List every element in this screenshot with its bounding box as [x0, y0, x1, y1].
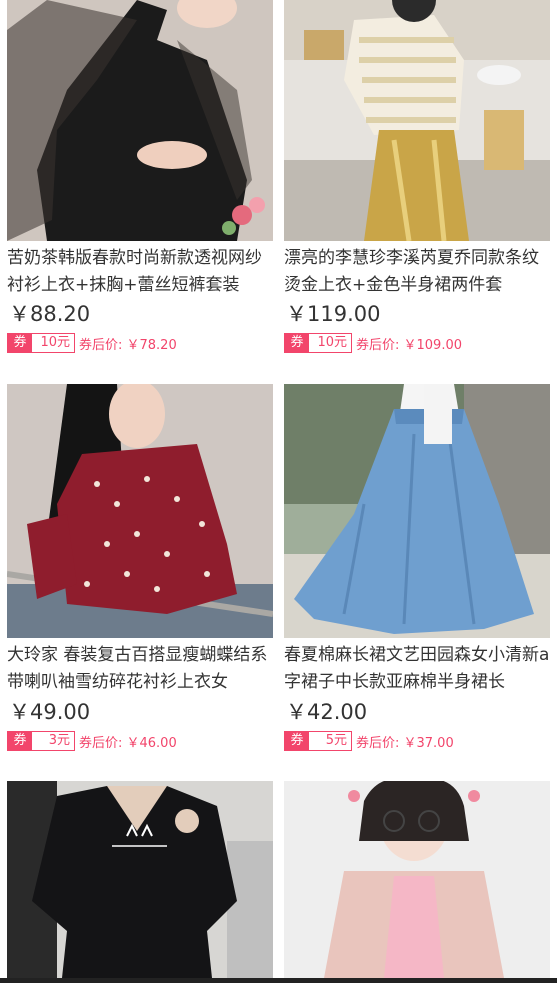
coupon-row: 券 10元 券后价: ￥109.00 [284, 333, 462, 353]
coupon-badge[interactable]: 券 10元 [284, 333, 352, 353]
product-grid: 苦奶茶韩版春款时尚新款透视网纱衬衫上衣+抹胸+蕾丝短裤套装 ￥88.20 券 1… [0, 0, 557, 983]
coupon-row: 券 10元 券后价: ￥78.20 [7, 333, 177, 353]
coupon-row: 券 3元 券后价: ￥46.00 [7, 731, 177, 751]
product-title[interactable]: 大玲家 春装复古百搭显瘦蝴蝶结系带喇叭袖雪纺碎花衬衫上衣女 [7, 642, 273, 696]
coupon-tag: 券 [285, 334, 309, 352]
coupon-badge[interactable]: 券 5元 [284, 731, 352, 751]
product-image[interactable] [7, 0, 273, 241]
product-image[interactable] [284, 384, 550, 638]
product-price: ￥49.00 [9, 700, 91, 724]
product-image[interactable] [7, 384, 273, 638]
product-title[interactable]: 春夏棉麻长裙文艺田园森女小清新a字裙子中长款亚麻棉半身裙长 [284, 642, 550, 696]
product-image[interactable] [7, 781, 273, 978]
after-coupon-price: 券后价: ￥37.00 [356, 735, 454, 751]
coupon-amount: 5元 [309, 732, 351, 750]
product-image[interactable] [284, 0, 550, 241]
coupon-amount: 3元 [32, 732, 74, 750]
product-price: ￥42.00 [286, 700, 368, 724]
coupon-row: 券 5元 券后价: ￥37.00 [284, 731, 454, 751]
coupon-amount: 10元 [32, 334, 74, 352]
product-price: ￥88.20 [9, 302, 91, 326]
product-title[interactable]: 苦奶茶韩版春款时尚新款透视网纱衬衫上衣+抹胸+蕾丝短裤套装 [7, 245, 273, 299]
after-coupon-price: 券后价: ￥46.00 [79, 735, 177, 751]
coupon-badge[interactable]: 券 3元 [7, 731, 75, 751]
after-coupon-price: 券后价: ￥109.00 [356, 337, 462, 353]
coupon-badge[interactable]: 券 10元 [7, 333, 75, 353]
after-coupon-price: 券后价: ￥78.20 [79, 337, 177, 353]
coupon-tag: 券 [8, 334, 32, 352]
product-title[interactable]: 漂亮的李慧珍李溪芮夏乔同款条纹烫金上衣+金色半身裙两件套 [284, 245, 550, 299]
product-price: ￥119.00 [286, 302, 381, 326]
bottom-edge-bar [0, 978, 557, 983]
product-image[interactable] [284, 781, 550, 978]
coupon-amount: 10元 [309, 334, 351, 352]
coupon-tag: 券 [285, 732, 309, 750]
coupon-tag: 券 [8, 732, 32, 750]
